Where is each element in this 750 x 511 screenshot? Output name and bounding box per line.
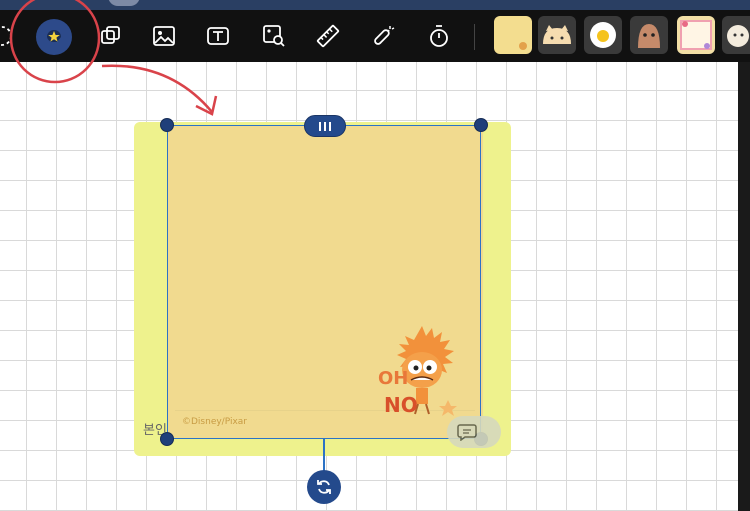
selection-box [167,125,481,439]
grip-line [329,121,331,131]
rotate-icon [317,480,331,494]
grip-line [319,121,321,131]
resize-handle-top-left[interactable] [160,118,174,132]
resize-handle-bottom-left[interactable] [160,432,174,446]
rotate-handle[interactable] [307,470,341,504]
comment-button[interactable] [447,416,501,448]
resize-handle-top-right[interactable] [474,118,488,132]
comment-icon [457,424,477,441]
grip-line [324,121,326,131]
move-grip-handle[interactable] [304,115,346,137]
rotate-stem [323,439,325,472]
